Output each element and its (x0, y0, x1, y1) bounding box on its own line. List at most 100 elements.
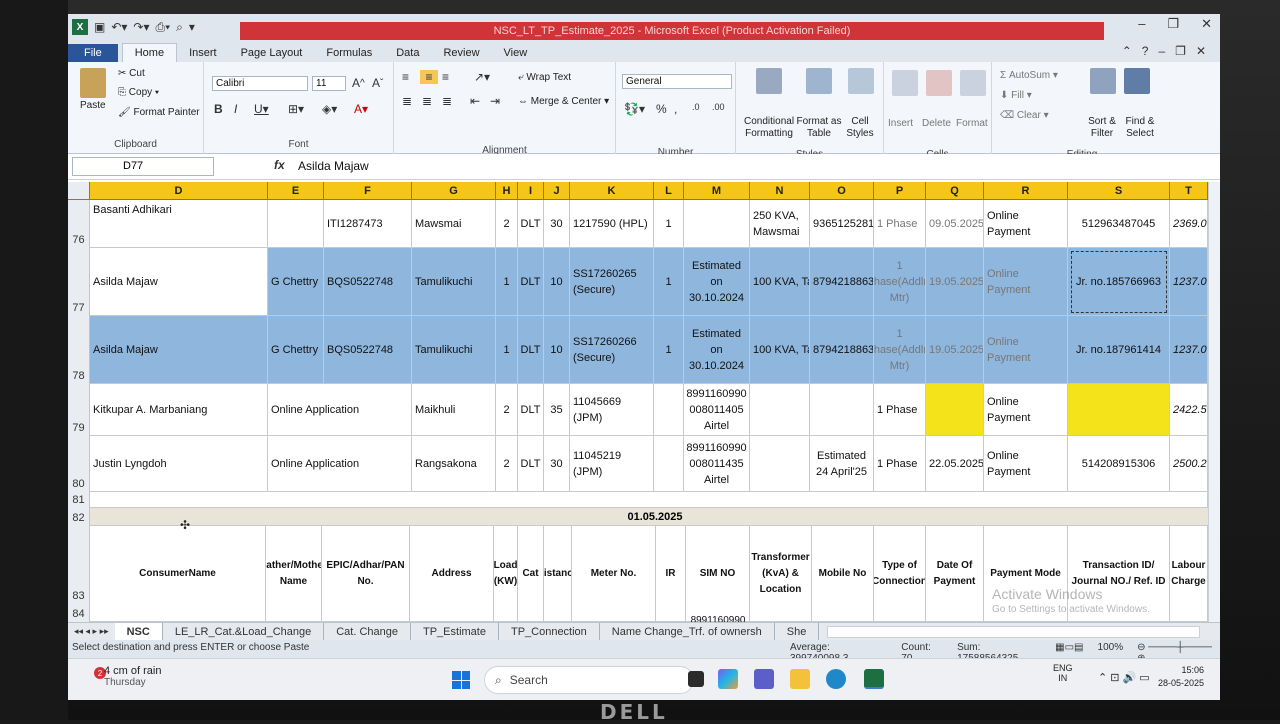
cell-e78[interactable]: G Chettry (268, 316, 324, 384)
cell-t79[interactable]: 2422.5 (1170, 384, 1208, 436)
col-header-o[interactable]: O (810, 182, 874, 200)
col-header-d[interactable]: D (90, 182, 268, 200)
date-separator-row[interactable]: 01.05.2025 (90, 508, 1220, 526)
align-right-icon[interactable]: ≣ (442, 94, 452, 108)
cell-j77[interactable]: 10 (544, 248, 570, 316)
delete-button[interactable]: Delete (922, 118, 951, 129)
cell-d80[interactable]: Justin Lyngdoh (90, 436, 268, 492)
cell-j78[interactable]: 10 (544, 316, 570, 384)
cell-m76[interactable] (684, 200, 750, 248)
cell-d76[interactable]: Basanti Adhikari (90, 200, 268, 248)
cell-j76[interactable]: 30 (544, 200, 570, 248)
merge-center-button[interactable]: ⇔ Merge & Center ▾ (518, 96, 609, 107)
row-header-77[interactable]: 77 (68, 248, 90, 316)
header-labour-charge[interactable]: Labour Charge (1170, 526, 1208, 622)
cell-f77[interactable]: BQS0522748 (324, 248, 412, 316)
clear-button[interactable]: ⌫ Clear ▾ (1000, 110, 1049, 121)
cell-s79[interactable] (1068, 384, 1170, 436)
fill-color-icon[interactable]: ◈▾ (322, 102, 337, 116)
cell-p78[interactable]: 1 Phase(Addln. Mtr) (874, 316, 926, 384)
cell-q80[interactable]: 22.05.2025 (926, 436, 984, 492)
cell-q77[interactable]: 19.05.2025 (926, 248, 984, 316)
sheet-tab-cat-change[interactable]: Cat. Change (324, 622, 411, 641)
cell-n79[interactable] (750, 384, 810, 436)
col-header-g[interactable]: G (412, 182, 496, 200)
col-header-f[interactable]: F (324, 182, 412, 200)
cell-s76[interactable]: 512963487045 (1068, 200, 1170, 248)
cell-e79[interactable]: Online Application (268, 384, 412, 436)
align-left-icon[interactable]: ≣ (402, 94, 412, 108)
align-middle-icon[interactable]: ≡ (420, 70, 438, 84)
redo-icon[interactable]: ↷▾ (133, 20, 149, 34)
shrink-font-icon[interactable]: Aˇ (372, 76, 383, 90)
header-cat[interactable]: Cat (518, 526, 544, 622)
tab-insert[interactable]: Insert (177, 44, 229, 62)
tab-file[interactable]: File (68, 44, 118, 62)
task-view-icon[interactable] (688, 671, 704, 687)
increase-decimal-icon[interactable]: .0 (692, 102, 700, 112)
cell-h77[interactable]: 1 (496, 248, 518, 316)
cell-styles-button[interactable]: Cell Styles (842, 116, 878, 140)
grow-font-icon[interactable]: A ^ (352, 76, 365, 90)
row-header-79[interactable]: 79 (68, 384, 90, 436)
cell-t77[interactable]: 1237.0 (1170, 248, 1208, 316)
header-address[interactable]: Address (410, 526, 494, 622)
tab-data[interactable]: Data (384, 44, 431, 62)
insert-function-icon[interactable]: fx (274, 158, 285, 172)
cell-f76[interactable]: ITI1287473 (324, 200, 412, 248)
cell-p80[interactable]: 1 Phase (874, 436, 926, 492)
edge-icon[interactable] (826, 669, 846, 689)
col-header-k[interactable]: K (570, 182, 654, 200)
row-header-83[interactable]: 83 (68, 526, 90, 604)
row-header-78[interactable]: 78 (68, 316, 90, 384)
cell-j79[interactable]: 35 (544, 384, 570, 436)
excel-taskbar-icon[interactable] (864, 669, 884, 689)
format-button[interactable]: Format (956, 118, 988, 129)
cell-p79[interactable]: 1 Phase (874, 384, 926, 436)
cell-d77[interactable]: Asilda Majaw (90, 248, 268, 316)
increase-indent-icon[interactable]: ⇥ (490, 94, 500, 108)
autosum-button[interactable]: Σ AutoSum ▾ (1000, 70, 1058, 81)
worksheet-grid[interactable]: D E F G H I J K L M N O P Q R S T 76 Bas… (68, 182, 1220, 622)
cell-t80[interactable]: 2500.2 (1170, 436, 1208, 492)
cell-k77[interactable]: SS17260265 (Secure) (570, 248, 654, 316)
cell-r80[interactable]: Online Payment (984, 436, 1068, 492)
cell-h76[interactable]: 2 (496, 200, 518, 248)
cell-g80[interactable]: Rangsakona (412, 436, 496, 492)
header-father-mother-name[interactable]: Father/Mother Name (266, 526, 322, 622)
cell-o79[interactable] (810, 384, 874, 436)
copilot-icon[interactable] (718, 669, 738, 689)
cell-o78[interactable]: 8794218863 (810, 316, 874, 384)
header-transformer[interactable]: Transformer (KvA) & Location (750, 526, 812, 622)
header-distance[interactable]: Distance (544, 526, 572, 622)
cell-s77[interactable]: Jr. no.185766963 (1068, 248, 1170, 316)
cell-o80[interactable]: Estimated 24 April'25 (810, 436, 874, 492)
save-icon[interactable]: ▣ (94, 20, 105, 34)
align-bottom-icon[interactable]: ≡ (442, 70, 449, 84)
header-consumer-name[interactable]: ConsumerName (90, 526, 266, 622)
close-icon[interactable]: ✕ (1201, 16, 1212, 32)
cell-r79[interactable]: Online Payment (984, 384, 1068, 436)
row-header-84[interactable]: 84 (68, 604, 90, 622)
font-size-select[interactable]: 11 (312, 76, 346, 91)
font-color-icon[interactable]: A▾ (354, 102, 368, 116)
cell-e77[interactable]: G Chettry (268, 248, 324, 316)
tab-page-layout[interactable]: Page Layout (229, 44, 315, 62)
cell-n78[interactable]: 100 KVA, Ta (750, 316, 810, 384)
vertical-scrollbar[interactable] (1208, 182, 1220, 622)
copy-button[interactable]: ⎘ Copy ▾ (118, 87, 159, 98)
underline-icon[interactable]: U▾ (254, 102, 269, 116)
cell-g78[interactable]: Tamulikuchi (412, 316, 496, 384)
cell-o76[interactable]: 9365125281 (810, 200, 874, 248)
cell-d78[interactable]: Asilda Majaw (90, 316, 268, 384)
cell-i80[interactable]: DLT (518, 436, 544, 492)
tab-formulas[interactable]: Formulas (314, 44, 384, 62)
col-header-i[interactable]: I (518, 182, 544, 200)
wrap-text-button[interactable]: ⤶ Wrap Text (518, 72, 571, 83)
col-header-q[interactable]: Q (926, 182, 984, 200)
cell-s78[interactable]: Jr. no.187961414 (1068, 316, 1170, 384)
cell-m79[interactable]: 8991160990 008011405 Airtel (684, 384, 750, 436)
col-header-t[interactable]: T (1170, 182, 1208, 200)
col-header-s[interactable]: S (1068, 182, 1170, 200)
row-header-80[interactable]: 80 (68, 436, 90, 492)
